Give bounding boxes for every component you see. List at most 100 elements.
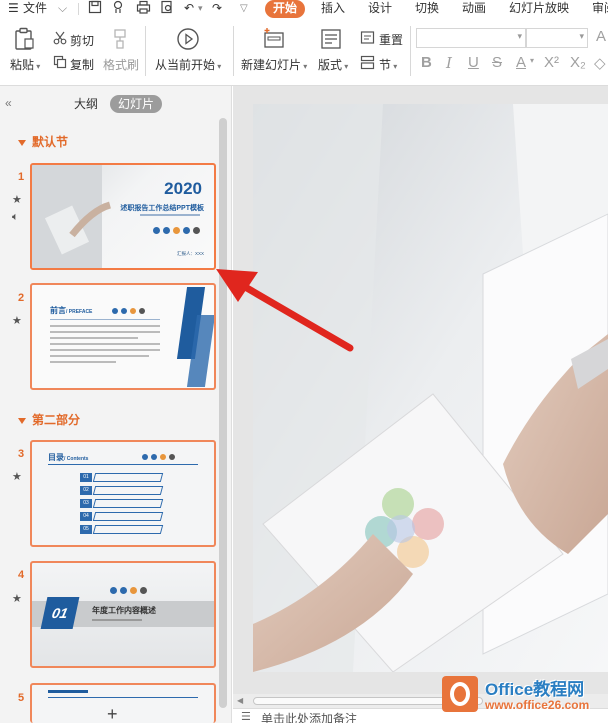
office-logo-icon [442,676,478,712]
animation-star-icon: ★ [12,315,22,327]
copy-icon[interactable] [53,55,67,69]
toc-item: 03 [80,498,164,508]
hamburger-menu-icon[interactable]: ☰ [8,0,19,18]
collapse-triangle-icon[interactable] [18,417,26,424]
section-header[interactable]: 默认节 [18,133,68,150]
divider [410,26,411,76]
slide-canvas[interactable] [253,104,608,672]
toc-item: 04 [80,511,164,521]
section-header[interactable]: 第二部分 [18,411,80,428]
tab-insert[interactable]: 插入 [321,0,345,18]
icon-row [142,454,175,460]
toc-item: 05 [80,524,164,534]
layout-button[interactable]: 版式 ▾ [318,56,348,73]
print-icon[interactable] [136,0,151,18]
slide-number: 1 [18,171,25,183]
divider [48,464,198,465]
slide-subtitle: / Contents [64,456,89,462]
save-icon[interactable] [88,0,102,18]
chevron-down-icon[interactable]: ▾ [198,0,203,18]
layout-icon[interactable] [320,28,342,50]
italic-icon[interactable]: I [446,54,452,72]
increase-font-icon[interactable]: A [596,28,606,45]
cut-button[interactable]: 剪切 [70,32,94,49]
slide-thumbnail[interactable]: 2020 述职报告工作总结PPT模板 汇报人：XXX [30,163,216,270]
export-icon[interactable] [112,0,126,18]
slide-thumbnail[interactable]: 01 年度工作内容概述 [30,561,216,668]
chevron-down-icon[interactable]: ⌵ [58,0,67,18]
superscript-icon[interactable]: X² [544,54,559,71]
animation-star-icon: ★ [12,593,22,605]
tab-slides[interactable]: 幻灯片 [110,95,162,113]
tab-slideshow[interactable]: 幻灯片放映 [509,0,569,18]
tab-design[interactable]: 设计 [368,0,392,18]
reset-icon[interactable] [360,30,375,45]
section-icon[interactable] [360,55,375,70]
slide-thumbnail[interactable] [30,683,216,723]
watermark-brand: Office教程网 [485,680,585,699]
slide-number: 2 [18,292,25,304]
slide-number: 3 [18,448,25,460]
slide-panel: « 大纲 幻灯片 默认节 1 ★ 🔈︎ 2020 述职报告工作总结PPT模板 汇… [0,86,232,723]
copy-button[interactable]: 复制 [70,56,94,73]
divider [50,319,160,320]
slide-title: 前言 [50,306,66,315]
collapse-triangle-icon[interactable] [18,139,26,146]
clear-format-icon[interactable]: ◇ [594,54,606,72]
subtitle-line [92,619,142,621]
tab-transition[interactable]: 切换 [415,0,439,18]
bold-icon[interactable]: B [421,54,432,71]
section-button[interactable]: 节 ▾ [379,56,397,73]
divider [78,3,79,15]
file-menu[interactable]: 文件 [23,0,47,18]
new-slide-button[interactable]: 新建幻灯片 ▾ [241,56,307,73]
undo-icon[interactable]: ↶ [184,0,194,18]
font-color-icon[interactable]: A [516,54,526,71]
paste-icon[interactable] [12,26,36,52]
scroll-left-icon[interactable]: ◀ [237,696,243,705]
play-icon[interactable] [176,27,200,51]
sound-icon: 🔈︎ [12,211,19,223]
font-family-dropdown[interactable]: ▾ [416,28,526,48]
new-slide-icon[interactable] [262,27,286,51]
divider [145,26,146,76]
scissors-icon[interactable] [53,31,67,45]
menu-bar: ☰ 文件 ⌵ ↶ ▾ ↷ ▽ 开始 插入 设计 切换 动画 幻灯片放映 审阅 [0,0,608,18]
tab-review[interactable]: 审阅 [592,0,608,18]
chevron-down-icon[interactable]: ▾ [530,56,534,65]
annotation-arrow [216,269,354,352]
slide-thumbnail[interactable]: 目录/ Contents 01 02 03 04 05 [30,440,216,547]
slide-title: 述职报告工作总结PPT模板 [120,205,204,212]
animation-star-icon: ★ [12,194,22,206]
slide-year: 2020 [164,179,202,198]
notes-icon: ☰ [241,711,251,723]
font-size-dropdown[interactable]: ▾ [526,28,588,48]
slide-title: 年度工作内容概述 [92,606,156,615]
app-window: ☰ 文件 ⌵ ↶ ▾ ↷ ▽ 开始 插入 设计 切换 动画 幻灯片放映 审阅 [0,0,608,723]
slide-number: 4 [18,569,25,581]
notes-placeholder[interactable]: 单击此处添加备注 [261,710,357,723]
divider [140,214,200,216]
print-preview-icon[interactable] [160,0,174,18]
collapse-panel-icon[interactable]: « [5,96,12,110]
reset-button[interactable]: 重置 [379,31,403,48]
strikethrough-icon[interactable]: S [492,54,502,71]
customize-toolbar-icon[interactable]: ▽ [240,0,248,18]
tab-home[interactable]: 开始 [265,0,306,18]
redo-icon[interactable]: ↷ [212,0,222,18]
tab-animation[interactable]: 动画 [462,0,486,18]
slide-subtitle: / PREFACE [66,309,93,315]
slide-thumbnail[interactable]: 前言/ PREFACE [30,283,216,390]
icon-row [110,587,147,594]
ribbon-toolbar: 粘贴 ▾ 剪切 复制 格式刷 从当前开始 ▾ 新建幻灯片 ▾ 版式 ▾ 重置 节… [0,18,608,86]
format-painter-button[interactable]: 格式刷 [103,56,139,73]
panel-scrollbar[interactable] [219,118,227,708]
subscript-icon[interactable]: X₂ [570,54,586,71]
underline-icon[interactable]: U [468,54,479,71]
paste-button[interactable]: 粘贴 ▾ [10,56,40,73]
from-current-button[interactable]: 从当前开始 ▾ [155,56,221,73]
slide-title: 目录 [48,453,64,462]
tab-outline[interactable]: 大纲 [68,95,104,113]
add-slide-button[interactable]: + [107,704,118,723]
format-painter-icon[interactable] [110,28,130,50]
